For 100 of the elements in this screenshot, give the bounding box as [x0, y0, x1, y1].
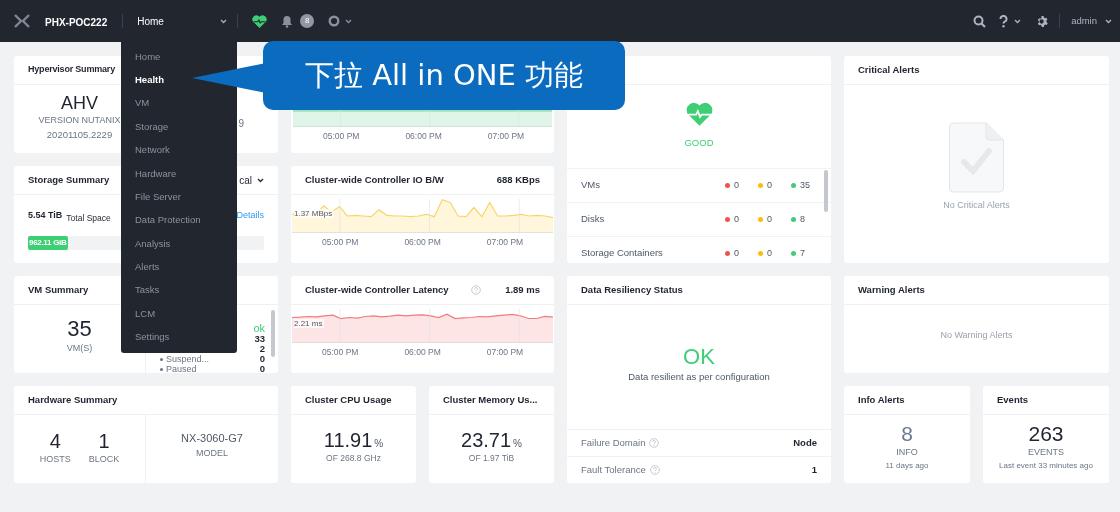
nav-menu-item[interactable]: Home	[131, 45, 165, 69]
card-title: Cluster-wide Controller Latency	[305, 282, 449, 297]
card-title: Hypervisor Summary	[28, 63, 115, 77]
usage-value: 23.71	[461, 427, 512, 452]
usage-unit: %	[513, 436, 522, 451]
warning-count: 0	[767, 212, 772, 226]
nav-menu-item[interactable]: LCM	[131, 302, 160, 326]
row-label: Fault Tolerance	[581, 462, 646, 477]
nav-menu-item[interactable]: Health	[131, 68, 169, 92]
stat-value: 1	[98, 429, 110, 454]
chart-max-label: 2.21 ms	[294, 319, 325, 328]
nav-menu-item[interactable]: Hardware	[131, 161, 181, 186]
stat-label: HOSTS	[39, 453, 71, 467]
health-status: GOOD	[684, 136, 714, 151]
nav-menu-item[interactable]: VM	[131, 91, 154, 116]
card-title: Cluster-wide Controller IO B/W	[305, 172, 444, 187]
axis-label: 07:00 PM	[486, 346, 524, 359]
warning-count: 0	[767, 246, 772, 260]
critical-count: 0	[734, 246, 739, 260]
version-number: 20201105.2229	[46, 127, 113, 142]
x-logo-icon[interactable]	[14, 14, 30, 28]
total-space-label: Total Space	[66, 213, 111, 223]
row-value: Node	[793, 435, 817, 450]
hypervisor-name: AHV	[61, 92, 98, 115]
card-title: Critical Alerts	[858, 62, 920, 77]
nav-menu-item[interactable]: Analysis	[131, 232, 175, 256]
axis-label: 05:00 PM	[323, 130, 360, 143]
axis-label: 07:00 PM	[486, 236, 524, 249]
total-space-value: 5.54 TiB	[28, 209, 63, 223]
help-icon[interactable]	[999, 14, 1009, 28]
card-title: Data Resiliency Status	[581, 282, 683, 297]
stat-value: 4	[49, 429, 61, 454]
usage-value: 11.91	[323, 427, 373, 452]
axis-label: 06:00 PM	[404, 346, 441, 359]
callout: 下拉 All in ONE 功能	[263, 41, 625, 110]
chart-max-label: 1.37 MBps	[294, 209, 335, 218]
empty-message: No Critical Alerts	[943, 198, 1010, 212]
row-label: Storage Containers	[581, 246, 664, 261]
usage-capacity: OF 1.97 TiB	[468, 451, 515, 465]
card-title: Cluster Memory Us...	[443, 392, 538, 407]
used-space-value: 962.11 GiB	[28, 237, 67, 249]
info-label: INFO	[896, 446, 918, 460]
usage-capacity: OF 268.8 GHz	[326, 451, 381, 465]
settings-icon[interactable]	[1036, 14, 1050, 28]
state-count: 2	[259, 344, 265, 354]
cluster-name: PHX-POC222	[45, 17, 108, 28]
card-title: Storage Summary	[28, 172, 110, 187]
axis-label: 05:00 PM	[322, 236, 359, 249]
critical-count: 0	[734, 178, 739, 192]
nav-menu-item[interactable]: Alerts	[131, 255, 164, 279]
metric-value: 688 KBps	[496, 172, 540, 187]
resiliency-message: Data resilient as per configuration	[628, 369, 770, 384]
state-label: Paused	[166, 364, 197, 373]
info-count: 8	[901, 422, 913, 447]
scrollbar[interactable]	[824, 170, 828, 212]
ring-icon[interactable]	[328, 15, 341, 27]
scrollbar[interactable]	[271, 310, 275, 357]
stat-label: BLOCK	[88, 453, 120, 467]
card-title: Info Alerts	[858, 392, 905, 407]
row-label: VMs	[581, 178, 601, 193]
nav-menu-item[interactable]: Settings	[131, 325, 174, 350]
good-count: 35	[800, 178, 810, 192]
hypervisor-value: 9	[238, 116, 244, 131]
state-label: Suspend...	[166, 354, 210, 364]
heart-pulse-icon[interactable]	[252, 14, 268, 28]
info-time: 11 days ago	[885, 459, 929, 472]
warning-count: 0	[767, 178, 772, 192]
heart-pulse-icon	[685, 102, 713, 127]
nav-menu-item[interactable]: Storage	[131, 115, 173, 139]
nav-menu-item[interactable]: Network	[131, 138, 174, 162]
chevron-icon	[1105, 18, 1112, 24]
card-title: Events	[997, 392, 1029, 407]
view-dropdown[interactable]: cal	[239, 172, 264, 188]
row-label: Disks	[581, 212, 606, 227]
row-value: 1	[811, 462, 817, 477]
card-title: Warning Alerts	[858, 282, 925, 297]
bell-icon[interactable]	[281, 14, 294, 28]
document-check-icon	[949, 121, 1004, 193]
card-title: Cluster CPU Usage	[305, 392, 392, 407]
axis-label: 06:00 PM	[404, 236, 441, 249]
chevron-icon	[257, 177, 264, 183]
details-link[interactable]: Details	[236, 209, 264, 223]
model-name: NX-3060-G7	[181, 431, 243, 446]
nav-menu-dropdown[interactable]: Home	[137, 13, 228, 29]
row-label: Failure Domain	[581, 435, 646, 450]
user-menu[interactable]: admin	[1071, 13, 1112, 29]
nav-menu-item[interactable]: File Server	[131, 185, 185, 209]
nav-menu-item[interactable]: Data Protection	[131, 208, 205, 233]
axis-label: 07:00 PM	[487, 130, 525, 143]
nav-menu-item[interactable]: Tasks	[131, 278, 164, 303]
search-icon[interactable]	[973, 14, 987, 28]
good-count: 8	[800, 212, 805, 226]
axis-label: 06:00 PM	[405, 130, 442, 143]
alert-count-badge[interactable]: 8	[300, 14, 315, 28]
vm-status: ok	[253, 322, 265, 334]
card-title: VM Summary	[28, 282, 89, 297]
good-count: 7	[800, 246, 805, 260]
event-count: 263	[1028, 422, 1064, 447]
vm-count: 35	[67, 316, 92, 343]
event-time: Last event 33 minutes ago	[999, 459, 1093, 472]
